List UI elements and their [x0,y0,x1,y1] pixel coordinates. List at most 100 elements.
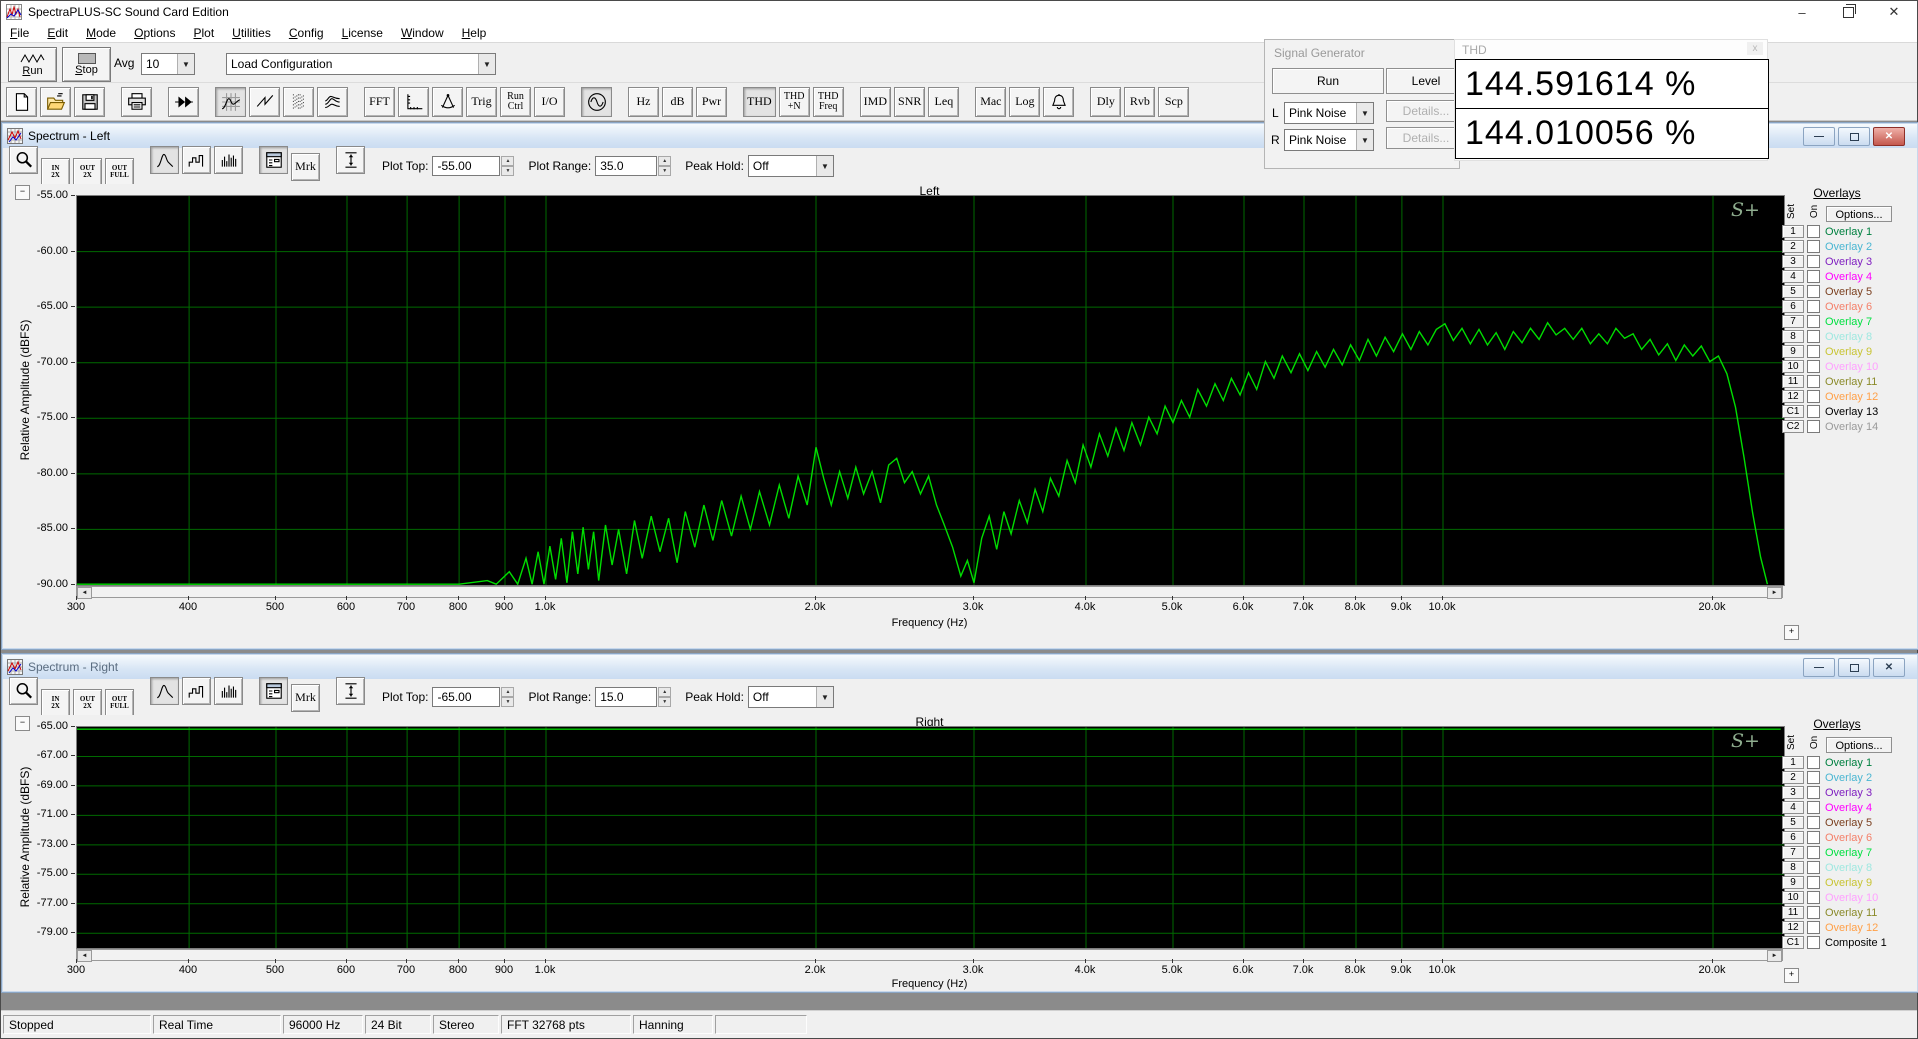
scaling-button[interactable] [398,86,429,117]
overlay-options-button[interactable]: Options... [1826,206,1892,222]
overlay-set-button-4[interactable]: 4 [1782,270,1804,283]
left-signal-select[interactable]: Pink Noise ▼ [1284,102,1374,124]
menu-item-options[interactable]: Options [125,25,184,41]
snr-button[interactable]: SNR [894,86,926,117]
menu-item-license[interactable]: License [333,25,392,41]
plot-top-spinner[interactable]: ▲ ▼ [501,687,515,707]
close-button[interactable]: ✕ [1871,1,1917,23]
save-button[interactable] [74,86,105,117]
menu-item-config[interactable]: Config [280,25,333,41]
overlay-on-checkbox-7[interactable] [1807,846,1820,859]
scroll-left-icon[interactable]: ◄ [77,587,92,599]
thd-n-button[interactable]: THD +N [778,86,810,117]
menu-item-plot[interactable]: Plot [184,25,223,41]
zoom-out-2x-button[interactable]: OUT 2X [73,689,102,717]
close-icon[interactable]: x [1747,42,1763,55]
scroll-left-icon[interactable]: ◄ [77,950,92,962]
overlay-set-button-1[interactable]: 1 [1782,756,1804,769]
overlay-set-button-2[interactable]: 2 [1782,771,1804,784]
scope-button[interactable]: Scp [1158,86,1190,117]
overlay-set-button-2[interactable]: 2 [1782,240,1804,253]
marker-button[interactable]: Mrk [291,683,320,712]
surface-view-button[interactable] [317,86,348,117]
overlay-on-checkbox-10[interactable] [1807,360,1820,373]
overlay-set-button-C1[interactable]: C1 [1782,936,1804,949]
plot-scrollbar[interactable]: ◄ ► [76,586,1783,599]
overlay-on-checkbox-8[interactable] [1807,861,1820,874]
overlay-set-button-5[interactable]: 5 [1782,816,1804,829]
overlay-set-button-7[interactable]: 7 [1782,846,1804,859]
menu-item-help[interactable]: Help [453,25,496,41]
overlay-set-button-12[interactable]: 12 [1782,921,1804,934]
menu-item-utilities[interactable]: Utilities [223,25,280,41]
expand-plot-button[interactable]: + [1784,968,1799,983]
spectrum-plot-area[interactable] [76,726,1785,949]
overlay-set-button-3[interactable]: 3 [1782,786,1804,799]
zoom-button[interactable] [9,677,38,705]
overlay-on-checkbox-6[interactable] [1807,300,1820,313]
plot-options-button[interactable] [259,146,288,174]
spectrum-plot-area[interactable] [76,195,1785,586]
maximize-button[interactable] [1838,127,1870,146]
overlay-on-checkbox-1[interactable] [1807,225,1820,238]
overlay-on-checkbox-12[interactable] [1807,921,1820,934]
zoom-in-2x-button[interactable]: IN 2X [41,689,70,717]
menu-item-edit[interactable]: Edit [38,25,77,41]
overlay-set-button-4[interactable]: 4 [1782,801,1804,814]
zoom-out-full-button[interactable]: OUT FULL [105,689,134,717]
minimize-button[interactable]: — [1803,127,1835,146]
overlay-set-button-3[interactable]: 3 [1782,255,1804,268]
overlay-on-checkbox-2[interactable] [1807,771,1820,784]
overlay-on-checkbox-C2[interactable] [1807,420,1820,433]
overlay-on-checkbox-9[interactable] [1807,876,1820,889]
zoom-out-full-button[interactable]: OUT FULL [105,158,134,186]
autorange-button[interactable] [336,677,365,705]
overlay-set-button-8[interactable]: 8 [1782,861,1804,874]
fast-forward-button[interactable] [168,86,199,117]
overlay-on-checkbox-1[interactable] [1807,756,1820,769]
peak-hold-select[interactable]: Off ▼ [747,686,834,708]
overlay-set-button-1[interactable]: 1 [1782,225,1804,238]
generator-run-button[interactable]: Run [1272,68,1384,94]
overlay-set-button-10[interactable]: 10 [1782,891,1804,904]
zoom-in-2x-button[interactable]: IN 2X [41,158,70,186]
load-configuration-select[interactable]: Load Configuration ▼ [226,53,496,75]
overlay-on-checkbox-10[interactable] [1807,891,1820,904]
run-button[interactable]: Run [8,47,57,82]
bar-plot-button[interactable] [214,146,243,174]
delay-button[interactable]: Dly [1090,86,1122,117]
overlay-set-button-11[interactable]: 11 [1782,906,1804,919]
thd-freq-button[interactable]: THD Freq [812,86,844,117]
overlay-on-checkbox-3[interactable] [1807,255,1820,268]
alarm-button[interactable] [1043,86,1075,117]
signal-generator-button[interactable] [581,86,612,117]
reverb-button[interactable]: Rvb [1124,86,1156,117]
overlay-on-checkbox-6[interactable] [1807,831,1820,844]
overlay-options-button[interactable]: Options... [1826,737,1892,753]
overlay-set-button-6[interactable]: 6 [1782,300,1804,313]
minimize-button[interactable]: – [1779,1,1825,23]
imd-button[interactable]: IMD [859,86,892,117]
expand-plot-button[interactable]: + [1784,625,1799,640]
overlay-set-button-11[interactable]: 11 [1782,375,1804,388]
overlay-set-button-5[interactable]: 5 [1782,285,1804,298]
step-plot-button[interactable] [182,677,211,705]
fft-settings-button[interactable]: FFT [364,86,395,117]
maximize-button[interactable] [1838,658,1870,677]
overlay-on-checkbox-8[interactable] [1807,330,1820,343]
overlay-on-checkbox-4[interactable] [1807,270,1820,283]
overlay-set-button-C1[interactable]: C1 [1782,405,1804,418]
overlay-set-button-C2[interactable]: C2 [1782,420,1804,433]
overlay-set-button-6[interactable]: 6 [1782,831,1804,844]
hz-button[interactable]: Hz [628,86,659,117]
overlay-set-button-9[interactable]: 9 [1782,345,1804,358]
step-plot-button[interactable] [182,146,211,174]
marker-button[interactable]: Mrk [291,152,320,181]
print-button[interactable] [121,86,152,117]
overlay-on-checkbox-11[interactable] [1807,375,1820,388]
overlay-set-button-7[interactable]: 7 [1782,315,1804,328]
autorange-button[interactable] [336,146,365,174]
avg-select[interactable]: 10 ▼ [141,53,195,75]
overlay-set-button-12[interactable]: 12 [1782,390,1804,403]
plot-scrollbar[interactable]: ◄ ► [76,949,1783,962]
